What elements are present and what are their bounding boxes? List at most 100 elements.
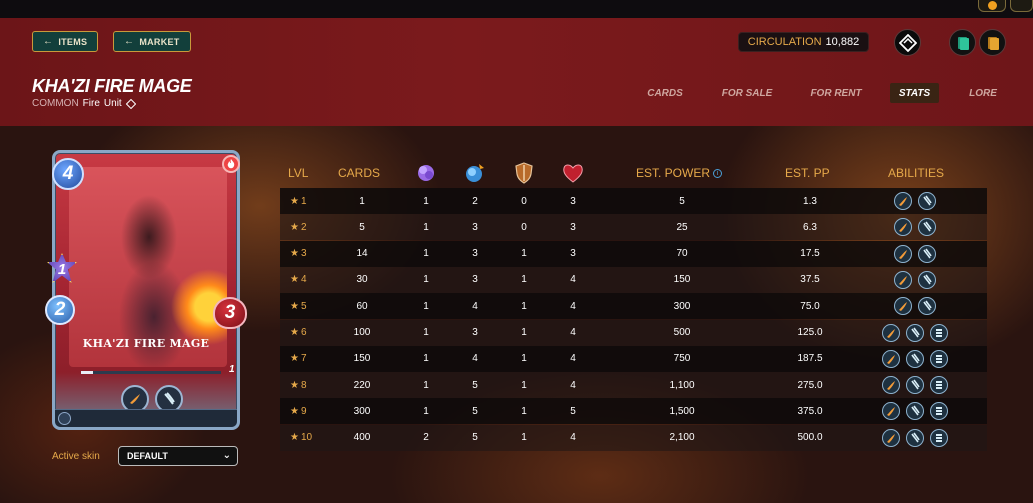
- cell-speed: 3: [472, 327, 478, 338]
- row-level: ★ 5: [290, 300, 307, 312]
- cell-cards: 400: [353, 432, 371, 444]
- table-row: ★ 8 220 1 5 1 4 1,100 275.0: [280, 372, 987, 399]
- cell-armor: 1: [521, 432, 527, 444]
- fire-fist-icon[interactable]: [894, 192, 912, 210]
- header-cards: CARDS: [338, 166, 381, 180]
- cell-cards: 1: [359, 195, 365, 207]
- stack-icon[interactable]: [930, 402, 948, 421]
- chevron-down-icon: ⌄: [222, 450, 231, 461]
- claw-icon[interactable]: [918, 244, 936, 263]
- cell-health: 4: [570, 327, 576, 338]
- armor-icon: [512, 161, 536, 188]
- card-image: 4 1 2 3 KHA'ZI FIRE MAGE 1: [45, 150, 247, 430]
- green-cards-icon[interactable]: [949, 29, 976, 56]
- table-row: ★ 3 14 1 3 1 3 70 17.5: [280, 240, 987, 267]
- cell-magic: 1: [423, 353, 429, 365]
- mana-badge: 4: [52, 158, 84, 190]
- fire-fist-icon[interactable]: [894, 270, 912, 289]
- cell-power: 500: [673, 327, 691, 338]
- cell-speed: 3: [472, 248, 478, 260]
- market-back-button[interactable]: ← MARKET: [113, 31, 191, 52]
- table-row: ★ 1 1 1 2 0 3 5 1.3: [280, 188, 987, 214]
- table-row: ★ 5 60 1 4 1 4 300 75.0: [280, 293, 987, 320]
- stack-icon[interactable]: [930, 428, 948, 447]
- fire-fist-icon[interactable]: [882, 323, 900, 342]
- element-label: Fire: [82, 98, 100, 109]
- star-icon: ★: [290, 327, 299, 338]
- cell-power: 300: [673, 300, 691, 312]
- stats-table-header: LVL CARDS EST. POWER i EST. PP ABILITIES: [280, 160, 987, 188]
- fire-fist-icon[interactable]: [882, 428, 900, 447]
- cell-magic: 1: [423, 195, 429, 207]
- claw-icon[interactable]: [906, 376, 924, 395]
- claw-icon[interactable]: [918, 270, 936, 289]
- cell-health: 4: [570, 432, 576, 444]
- cell-abilities: [860, 320, 970, 346]
- claw-icon[interactable]: [918, 218, 936, 237]
- claw-icon[interactable]: [906, 323, 924, 342]
- edition-diamond-icon[interactable]: [894, 29, 921, 56]
- star-icon: ★: [290, 248, 299, 260]
- cell-abilities: [860, 214, 970, 240]
- health-icon: [561, 161, 585, 188]
- gold-cards-icon[interactable]: [979, 29, 1006, 56]
- account-toggle-icon[interactable]: [1010, 0, 1033, 12]
- cell-speed: 2: [472, 195, 478, 207]
- fire-fist-icon[interactable]: [894, 297, 912, 316]
- top-strip: [0, 0, 1033, 18]
- stack-icon[interactable]: [930, 323, 948, 342]
- fire-fist-icon[interactable]: [894, 218, 912, 237]
- tab-lore[interactable]: LORE: [962, 83, 1004, 103]
- tab-for-rent[interactable]: FOR RENT: [805, 83, 867, 103]
- stack-icon[interactable]: [930, 376, 948, 395]
- cell-health: 3: [570, 221, 576, 233]
- header-abilities: ABILITIES: [888, 166, 945, 180]
- cell-cards: 220: [353, 379, 371, 391]
- wallet-toggle-icon[interactable]: [978, 0, 1006, 12]
- card-subtitle: COMMON Fire Unit: [32, 98, 136, 109]
- cell-cards: 60: [356, 300, 368, 312]
- cell-power: 1,100: [669, 379, 695, 391]
- tab-for-sale[interactable]: FOR SALE: [716, 83, 778, 103]
- fire-fist-icon[interactable]: [894, 244, 912, 263]
- cell-cards: 30: [356, 274, 368, 286]
- edition-icon: [58, 412, 71, 425]
- speed-stat: 2: [45, 295, 75, 325]
- cell-power: 25: [676, 221, 688, 233]
- claw-icon[interactable]: [918, 297, 936, 316]
- cell-health: 4: [570, 379, 576, 391]
- claw-icon[interactable]: [918, 192, 936, 210]
- arrow-left-icon: ←: [124, 36, 135, 47]
- cell-abilities: [860, 398, 970, 424]
- table-row: ★ 9 300 1 5 1 5 1,500 375.0: [280, 398, 987, 425]
- cell-cards: 150: [353, 353, 371, 365]
- cell-pp: 37.5: [800, 274, 820, 286]
- tab-stats[interactable]: STATS: [890, 83, 939, 103]
- tab-cards[interactable]: CARDS: [640, 83, 690, 103]
- star-icon: ★: [290, 353, 299, 365]
- table-row: ★ 10 400 2 5 1 4 2,100 500.0: [280, 424, 987, 451]
- cell-power: 70: [676, 248, 688, 260]
- cell-abilities: [860, 425, 970, 451]
- header-est-pp: EST. PP: [785, 166, 830, 180]
- cell-magic: 2: [423, 432, 429, 444]
- claw-icon[interactable]: [906, 402, 924, 421]
- cell-magic: 1: [423, 274, 429, 286]
- claw-icon[interactable]: [906, 428, 924, 447]
- fire-fist-icon[interactable]: [882, 402, 900, 421]
- stack-icon[interactable]: [930, 349, 948, 368]
- row-level: ★ 9: [290, 405, 307, 417]
- fire-fist-icon[interactable]: [882, 376, 900, 395]
- cell-magic: 1: [423, 221, 429, 233]
- cell-power: 5: [679, 195, 685, 207]
- info-icon[interactable]: i: [713, 169, 723, 179]
- star-icon: ★: [290, 221, 299, 233]
- fire-fist-icon[interactable]: [882, 349, 900, 368]
- cell-speed: 3: [472, 221, 478, 233]
- cell-pp: 275.0: [797, 379, 823, 391]
- items-back-button[interactable]: ← ITEMS: [32, 31, 99, 52]
- cell-power: 2,100: [669, 432, 695, 444]
- skin-select[interactable]: DEFAULT ⌄: [118, 446, 238, 466]
- row-level: ★ 3: [290, 248, 307, 260]
- claw-icon[interactable]: [906, 349, 924, 368]
